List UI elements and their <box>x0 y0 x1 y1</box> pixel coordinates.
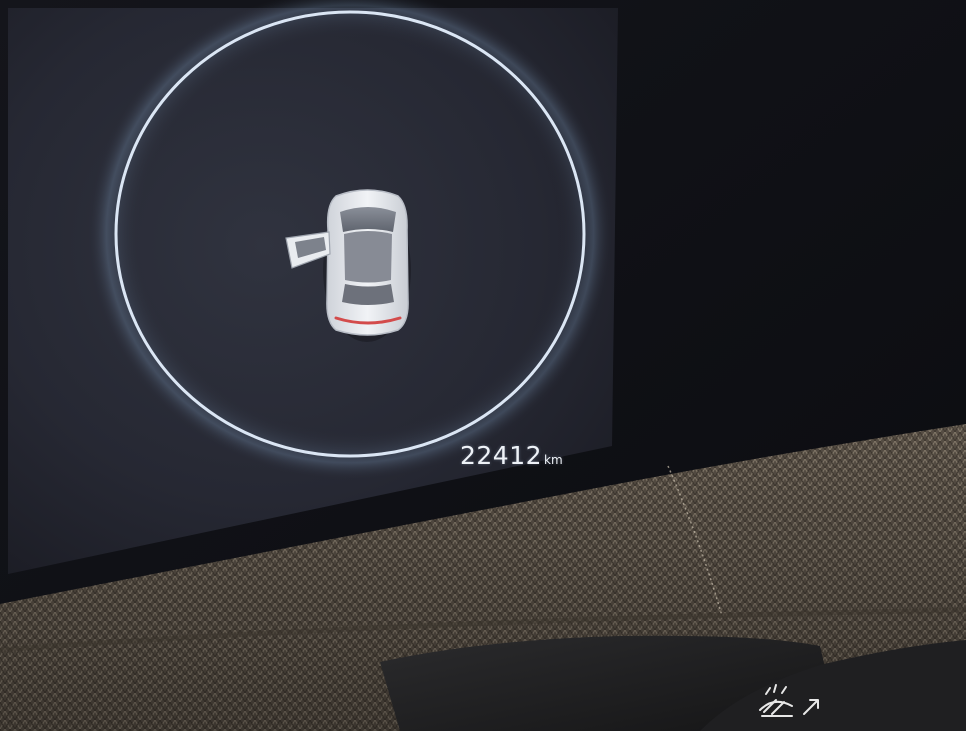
odometer-unit: km <box>544 453 563 467</box>
odometer: 22412 km <box>460 441 563 470</box>
dashboard-scene <box>0 0 966 731</box>
dashboard-photo: 22412 km <box>0 0 966 731</box>
odometer-value: 22412 <box>460 441 543 470</box>
